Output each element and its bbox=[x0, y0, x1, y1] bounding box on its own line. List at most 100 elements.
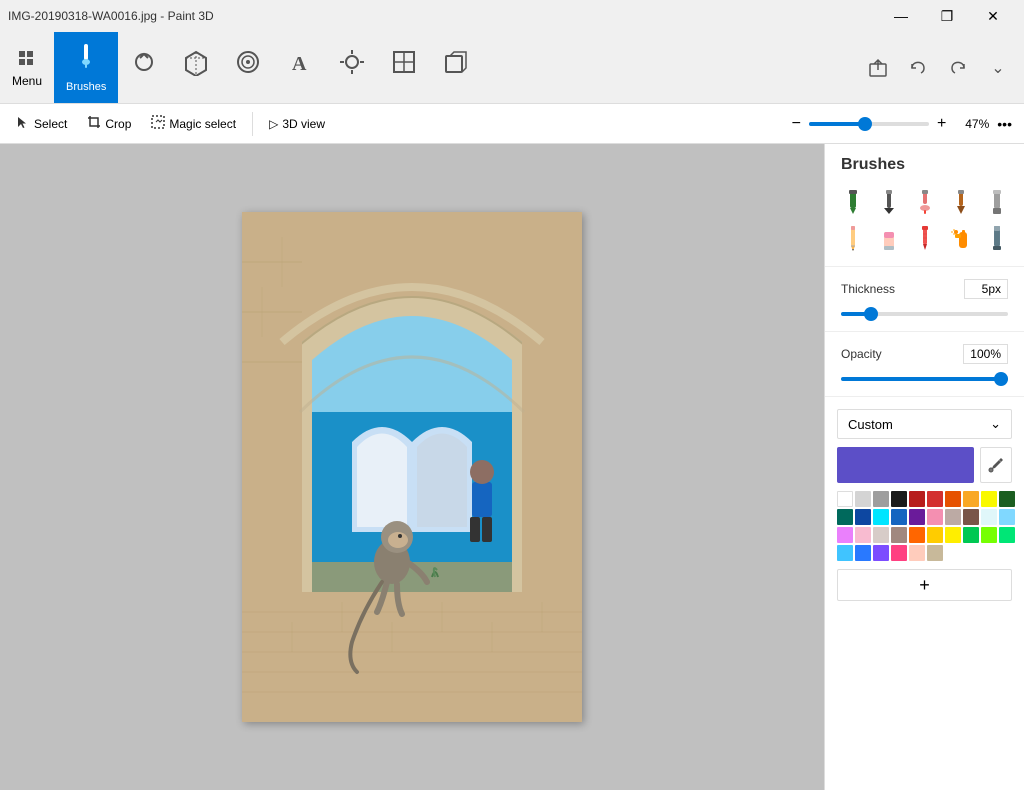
color-gray[interactable] bbox=[873, 491, 889, 507]
redo-button[interactable] bbox=[940, 50, 976, 86]
title-bar-left: IMG-20190318-WA0016.jpg - Paint 3D bbox=[8, 9, 214, 23]
ribbon-stickers[interactable] bbox=[222, 32, 274, 103]
magic-select-button[interactable]: Magic select bbox=[143, 109, 244, 139]
select-button[interactable]: Select bbox=[8, 109, 75, 139]
brush-pixel[interactable] bbox=[981, 222, 1013, 254]
brushes-label: Brushes bbox=[66, 81, 106, 93]
restore-button[interactable]: ❐ bbox=[924, 0, 970, 32]
more-button[interactable]: ••• bbox=[993, 116, 1016, 132]
3d-view-button[interactable]: ▷ 3D view bbox=[261, 109, 333, 139]
color-light-pink[interactable] bbox=[855, 527, 871, 543]
undo-button[interactable] bbox=[900, 50, 936, 86]
minimize-button[interactable]: — bbox=[878, 0, 924, 32]
brush-oil[interactable] bbox=[909, 186, 941, 218]
brush-flat-marker[interactable] bbox=[981, 186, 1013, 218]
ribbon-effects[interactable] bbox=[326, 32, 378, 103]
color-hot-pink[interactable] bbox=[891, 545, 907, 561]
color-light-blue[interactable] bbox=[999, 509, 1015, 525]
zoom-percent: 47% bbox=[954, 117, 989, 131]
2d-shapes-icon bbox=[130, 48, 158, 83]
color-dark[interactable] bbox=[891, 491, 907, 507]
color-white[interactable] bbox=[837, 491, 853, 507]
brush-calligraphy[interactable] bbox=[873, 186, 905, 218]
overflow-button[interactable]: ⌄ bbox=[980, 50, 1016, 86]
crop-button[interactable]: Crop bbox=[79, 109, 139, 139]
color-magenta[interactable] bbox=[837, 527, 853, 543]
ribbon-text[interactable]: A bbox=[274, 32, 326, 103]
zoom-slider[interactable] bbox=[809, 122, 929, 126]
color-dark-blue[interactable] bbox=[855, 509, 871, 525]
brush-crayon[interactable] bbox=[909, 222, 941, 254]
ribbon-3d-shapes[interactable] bbox=[170, 32, 222, 103]
color-blue[interactable] bbox=[891, 509, 907, 525]
brush-pencil[interactable] bbox=[837, 222, 869, 254]
custom-label: Custom bbox=[848, 417, 893, 432]
close-button[interactable]: ✕ bbox=[970, 0, 1016, 32]
canvas-area[interactable] bbox=[0, 144, 824, 790]
color-light-cyan[interactable] bbox=[981, 509, 997, 525]
title-bar: IMG-20190318-WA0016.jpg - Paint 3D — ❐ ✕ bbox=[0, 0, 1024, 32]
color-red[interactable] bbox=[927, 491, 943, 507]
color-sky[interactable] bbox=[837, 545, 853, 561]
color-dark-red[interactable] bbox=[909, 491, 925, 507]
color-orange[interactable] bbox=[945, 491, 961, 507]
3d-view-label: 3D view bbox=[282, 117, 325, 131]
brush-eraser[interactable] bbox=[873, 222, 905, 254]
color-cyan[interactable] bbox=[873, 509, 889, 525]
color-light-brown[interactable] bbox=[891, 527, 907, 543]
brush-watercolor[interactable] bbox=[945, 186, 977, 218]
color-neon-green[interactable] bbox=[981, 527, 997, 543]
brushes-grid bbox=[825, 182, 1024, 262]
color-tan[interactable] bbox=[873, 527, 889, 543]
eyedropper-button[interactable] bbox=[980, 447, 1012, 483]
color-bright-yellow[interactable] bbox=[927, 527, 943, 543]
color-warm-gray[interactable] bbox=[945, 509, 961, 525]
menu-button[interactable]: Menu bbox=[0, 32, 54, 103]
zoom-minus-button[interactable]: − bbox=[788, 115, 805, 133]
stickers-icon bbox=[234, 48, 262, 83]
color-purple[interactable] bbox=[909, 509, 925, 525]
color-light-gray[interactable] bbox=[855, 491, 871, 507]
selected-color-preview[interactable] bbox=[837, 447, 974, 483]
ribbon-brushes[interactable]: Brushes bbox=[54, 32, 118, 103]
color-bright-yellow2[interactable] bbox=[945, 527, 961, 543]
divider-2 bbox=[825, 331, 1024, 332]
opacity-label-row: Opacity 100% bbox=[841, 344, 1008, 364]
color-peach[interactable] bbox=[909, 545, 925, 561]
color-pink[interactable] bbox=[927, 509, 943, 525]
thickness-slider[interactable] bbox=[841, 312, 1008, 316]
color-preview-row bbox=[837, 447, 1012, 483]
color-amber[interactable] bbox=[963, 491, 979, 507]
color-violet[interactable] bbox=[873, 545, 889, 561]
add-color-button[interactable]: + bbox=[837, 569, 1012, 601]
color-yellow[interactable] bbox=[981, 491, 997, 507]
magic-select-icon bbox=[151, 115, 165, 132]
color-khaki[interactable] bbox=[927, 545, 943, 561]
color-teal[interactable] bbox=[837, 509, 853, 525]
color-bright-green[interactable] bbox=[963, 527, 979, 543]
ribbon-3d-library[interactable] bbox=[430, 32, 482, 103]
zoom-track bbox=[809, 122, 865, 126]
svg-text:A: A bbox=[292, 53, 307, 75]
zoom-thumb[interactable] bbox=[858, 117, 872, 131]
brushes-icon bbox=[72, 42, 100, 77]
ribbon-canvas[interactable] bbox=[378, 32, 430, 103]
brush-spray[interactable] bbox=[945, 222, 977, 254]
color-neon[interactable] bbox=[999, 527, 1015, 543]
opacity-section: Opacity 100% bbox=[825, 336, 1024, 392]
color-brown[interactable] bbox=[963, 509, 979, 525]
thickness-label: Thickness bbox=[841, 282, 895, 296]
brush-marker[interactable] bbox=[837, 186, 869, 218]
share-button[interactable] bbox=[860, 50, 896, 86]
color-dark-green[interactable] bbox=[999, 491, 1015, 507]
opacity-slider[interactable] bbox=[841, 377, 1008, 381]
custom-dropdown[interactable]: Custom ⌄ bbox=[837, 409, 1012, 439]
color-bright-orange[interactable] bbox=[909, 527, 925, 543]
menu-label: Menu bbox=[12, 74, 42, 88]
zoom-plus-button[interactable]: + bbox=[933, 115, 950, 133]
color-dodger[interactable] bbox=[855, 545, 871, 561]
toolbar: Select Crop Magic select ▷ 3D view − + 4… bbox=[0, 104, 1024, 144]
right-panel: Brushes bbox=[824, 144, 1024, 790]
panel-title: Brushes bbox=[825, 144, 1024, 182]
ribbon-2d-shapes[interactable] bbox=[118, 32, 170, 103]
